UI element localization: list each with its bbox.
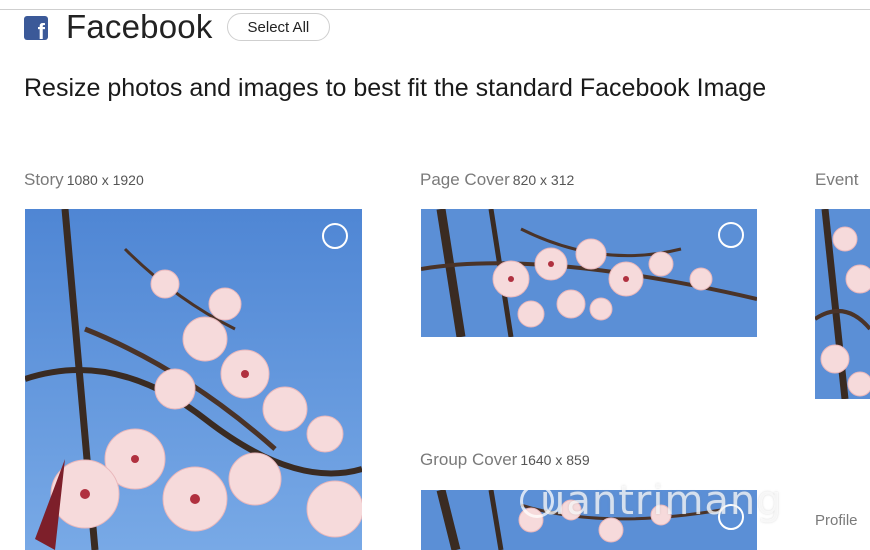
- preset-label-story: Story 1080 x 1920: [24, 170, 144, 190]
- preset-name: Event: [815, 170, 859, 189]
- preset-dimensions: 1080 x 1920: [66, 172, 144, 188]
- blossom-photo: [25, 209, 362, 550]
- watermark: uantrimang: [540, 478, 783, 524]
- preset-name: Group Cover: [420, 450, 518, 469]
- preset-thumbnail-story[interactable]: [25, 209, 362, 550]
- preset-name: Story: [24, 170, 64, 189]
- blossom-photo: [815, 209, 870, 399]
- facebook-logo-icon: f: [24, 16, 48, 43]
- preset-dimensions: 1640 x 859: [520, 452, 590, 468]
- section-header: f Facebook Select All: [24, 8, 331, 45]
- blossom-photo: [421, 209, 757, 337]
- preset-label-group-cover: Group Cover 1640 x 859: [420, 450, 590, 470]
- preset-dimensions: 820 x 312: [512, 172, 575, 188]
- preset-label-page-cover: Page Cover 820 x 312: [420, 170, 574, 190]
- section-title: Facebook: [66, 8, 213, 45]
- select-circle-icon[interactable]: [718, 222, 744, 248]
- preset-name: Profile: [815, 512, 858, 529]
- section-description: Resize photos and images to best fit the…: [24, 74, 767, 102]
- preset-thumbnail-event[interactable]: [815, 209, 870, 399]
- preset-name: Page Cover: [420, 170, 510, 189]
- preset-label-event: Event: [815, 170, 858, 190]
- preset-label-profile: Profile: [815, 512, 858, 529]
- select-circle-icon[interactable]: [322, 223, 348, 249]
- preset-thumbnail-page-cover[interactable]: [421, 209, 757, 337]
- select-all-button[interactable]: Select All: [226, 13, 331, 41]
